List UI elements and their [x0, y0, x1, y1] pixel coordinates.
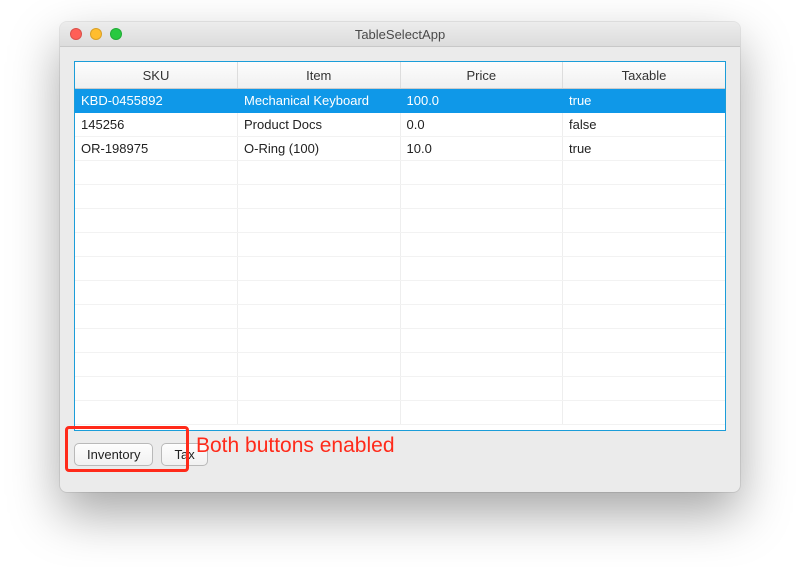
cell-empty — [400, 329, 563, 353]
table-header-row: SKU Item Price Taxable — [75, 62, 725, 89]
cell-empty — [563, 329, 726, 353]
cell-empty — [563, 401, 726, 425]
table-row — [75, 185, 725, 209]
cell-taxable[interactable]: true — [563, 89, 726, 113]
cell-empty — [238, 377, 401, 401]
cell-empty — [238, 281, 401, 305]
window-title: TableSelectApp — [60, 27, 740, 42]
cell-empty — [563, 281, 726, 305]
cell-empty — [75, 209, 238, 233]
cell-empty — [238, 185, 401, 209]
cell-empty — [563, 161, 726, 185]
close-icon[interactable] — [70, 28, 82, 40]
col-header-sku[interactable]: SKU — [75, 62, 238, 89]
table-row[interactable]: KBD-0455892Mechanical Keyboard100.0true — [75, 89, 725, 113]
cell-sku[interactable]: 145256 — [75, 113, 238, 137]
col-header-price[interactable]: Price — [400, 62, 563, 89]
cell-empty — [563, 209, 726, 233]
cell-empty — [75, 401, 238, 425]
cell-empty — [400, 401, 563, 425]
cell-empty — [75, 377, 238, 401]
cell-empty — [563, 377, 726, 401]
minimize-icon[interactable] — [90, 28, 102, 40]
cell-item[interactable]: O-Ring (100) — [238, 137, 401, 161]
cell-empty — [75, 281, 238, 305]
cell-item[interactable]: Product Docs — [238, 113, 401, 137]
cell-empty — [400, 305, 563, 329]
cell-empty — [400, 377, 563, 401]
cell-empty — [563, 185, 726, 209]
cell-empty — [238, 329, 401, 353]
cell-empty — [75, 305, 238, 329]
cell-empty — [238, 233, 401, 257]
table-row — [75, 233, 725, 257]
cell-empty — [563, 257, 726, 281]
cell-sku[interactable]: KBD-0455892 — [75, 89, 238, 113]
cell-empty — [400, 209, 563, 233]
titlebar[interactable]: TableSelectApp — [60, 22, 740, 47]
table-row — [75, 377, 725, 401]
cell-empty — [400, 161, 563, 185]
cell-empty — [238, 401, 401, 425]
table-row[interactable]: 145256Product Docs0.0false — [75, 113, 725, 137]
cell-price[interactable]: 10.0 — [400, 137, 563, 161]
table-row[interactable]: OR-198975O-Ring (100)10.0true — [75, 137, 725, 161]
table-row — [75, 329, 725, 353]
annotation-text: Both buttons enabled — [196, 434, 395, 458]
cell-empty — [75, 353, 238, 377]
cell-empty — [238, 161, 401, 185]
table-row — [75, 257, 725, 281]
cell-empty — [400, 233, 563, 257]
table-row — [75, 305, 725, 329]
cell-empty — [563, 305, 726, 329]
table-row — [75, 281, 725, 305]
cell-empty — [75, 233, 238, 257]
table-row — [75, 209, 725, 233]
cell-empty — [238, 209, 401, 233]
cell-empty — [238, 305, 401, 329]
col-header-taxable[interactable]: Taxable — [563, 62, 726, 89]
table-row — [75, 401, 725, 425]
cell-empty — [400, 353, 563, 377]
cell-taxable[interactable]: false — [563, 113, 726, 137]
cell-empty — [75, 329, 238, 353]
cell-sku[interactable]: OR-198975 — [75, 137, 238, 161]
cell-empty — [563, 233, 726, 257]
inventory-button[interactable]: Inventory — [74, 443, 153, 466]
table-row — [75, 161, 725, 185]
cell-price[interactable]: 0.0 — [400, 113, 563, 137]
cell-empty — [400, 281, 563, 305]
cell-empty — [563, 353, 726, 377]
cell-taxable[interactable]: true — [563, 137, 726, 161]
cell-empty — [75, 161, 238, 185]
col-header-item[interactable]: Item — [238, 62, 401, 89]
cell-empty — [400, 185, 563, 209]
items-table[interactable]: SKU Item Price Taxable KBD-0455892Mechan… — [74, 61, 726, 431]
zoom-icon[interactable] — [110, 28, 122, 40]
cell-empty — [75, 257, 238, 281]
cell-empty — [75, 185, 238, 209]
cell-empty — [238, 257, 401, 281]
cell-empty — [400, 257, 563, 281]
cell-item[interactable]: Mechanical Keyboard — [238, 89, 401, 113]
app-window: TableSelectApp SKU Item Price Taxable KB… — [60, 22, 740, 492]
table-row — [75, 353, 725, 377]
cell-empty — [238, 353, 401, 377]
cell-price[interactable]: 100.0 — [400, 89, 563, 113]
